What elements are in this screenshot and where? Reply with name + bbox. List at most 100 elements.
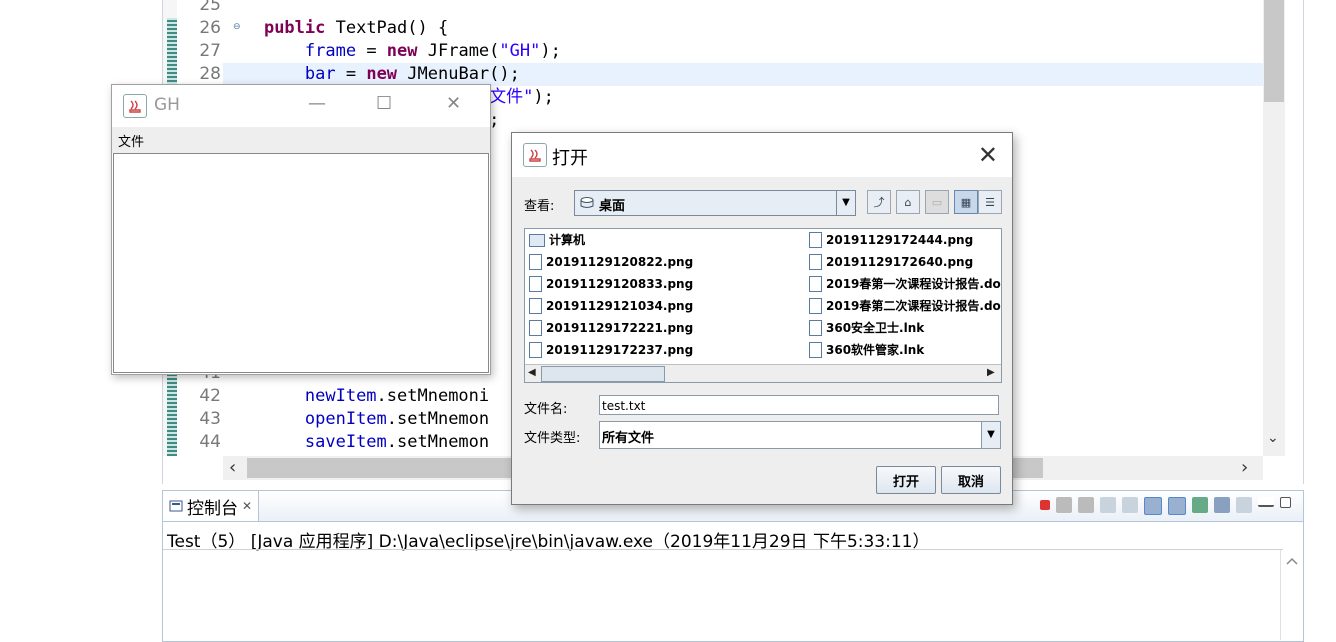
file-item[interactable]: 20191129172640.png: [809, 253, 973, 271]
remove-all-icon[interactable]: [1078, 497, 1094, 513]
file-icon: [529, 320, 542, 336]
gh-window[interactable]: GH — ☐ ✕ 文件: [111, 84, 491, 375]
close-icon[interactable]: ✕: [242, 499, 252, 513]
file-type-value: 所有文件: [602, 431, 655, 446]
file-list[interactable]: 计算机 20191129120822.png 20191129120833.png 2…: [524, 228, 1002, 383]
chevron-down-icon[interactable]: ▼: [981, 422, 1000, 448]
file-item[interactable]: 2019春第一次课程设计报告.do: [809, 275, 1001, 293]
remove-launch-icon[interactable]: [1056, 497, 1072, 513]
file-item[interactable]: 20191129120822.png: [529, 253, 693, 271]
file-item[interactable]: 20191129172444.png: [809, 231, 973, 249]
word-wrap-icon[interactable]: [1144, 497, 1162, 515]
close-button[interactable]: ✕: [978, 141, 998, 169]
file-icon: [809, 320, 822, 336]
code-line[interactable]: openItem.setMnemon: [223, 408, 489, 431]
java-icon: [123, 94, 147, 118]
file-name: 20191129120833.png: [546, 277, 694, 291]
code-line[interactable]: bar = new JMenuBar();: [223, 63, 520, 86]
file-icon: [809, 342, 822, 358]
scrollbar-thumb[interactable]: [1264, 0, 1284, 102]
file-icon: [529, 276, 542, 292]
new-folder-icon[interactable]: ▭: [925, 190, 949, 214]
show-console-stdout-icon[interactable]: [1168, 497, 1186, 515]
file-type-select[interactable]: 所有文件 ▼: [599, 421, 1001, 449]
file-icon: [809, 232, 822, 248]
file-item[interactable]: 20191129120833.png: [529, 275, 693, 293]
change-marker: [167, 18, 177, 90]
cancel-button[interactable]: 取消: [941, 466, 1001, 494]
text-area[interactable]: [113, 153, 489, 373]
chevron-up-icon[interactable]: [1282, 554, 1302, 570]
look-in-combo[interactable]: 桌面 ▼: [574, 190, 856, 216]
open-file-dialog[interactable]: 打开 ✕ 查看: 桌面 ▼ ⤴ ⌂ ▭ ▦ ☰ 计算机 2019112912082…: [511, 132, 1013, 505]
tab-console[interactable]: 控制台 ✕: [163, 491, 260, 521]
up-one-level-icon[interactable]: ⤴: [867, 190, 891, 214]
chevron-left-icon[interactable]: ◀: [528, 365, 536, 381]
code-line[interactable]: public TextPad() {: [223, 17, 448, 40]
clear-console-icon[interactable]: [1100, 497, 1116, 513]
console-divider: [163, 549, 1283, 550]
chevron-right-icon[interactable]: ▶: [987, 365, 995, 381]
file-item[interactable]: 360安全卫士.lnk: [809, 319, 924, 337]
chevron-left-icon[interactable]: ‹: [229, 457, 236, 478]
chevron-right-icon[interactable]: ›: [1241, 457, 1248, 478]
file-item[interactable]: 20191129172221.png: [529, 319, 693, 337]
file-icon: [809, 276, 822, 292]
gh-menu-bar: 文件: [112, 127, 490, 153]
display-console-icon[interactable]: [1214, 497, 1230, 513]
console-toolbar: [1040, 497, 1291, 515]
file-name: 20191129172237.png: [546, 343, 694, 357]
chevron-down-icon[interactable]: ⌄: [1267, 430, 1279, 446]
terminate-icon[interactable]: [1040, 500, 1050, 510]
pin-console-icon[interactable]: [1192, 497, 1208, 513]
code-line[interactable]: saveItem.setMnemon: [223, 431, 489, 454]
file-icon: [809, 298, 822, 314]
file-item[interactable]: 20191129172237.png: [529, 341, 693, 359]
maximize-button[interactable]: ☐: [376, 93, 392, 114]
editor-vertical-scrollbar[interactable]: ⌄: [1263, 0, 1285, 456]
file-name-input[interactable]: test.txt: [599, 395, 999, 415]
console-vertical-scrollbar[interactable]: [1280, 550, 1303, 640]
file-item[interactable]: 360软件管家.lnk: [809, 341, 924, 359]
list-view-icon[interactable]: ▦: [954, 190, 978, 214]
gh-window-title: GH: [154, 95, 180, 115]
code-line[interactable]: newItem.setMnemoni: [223, 385, 489, 408]
line-number: 27: [199, 41, 221, 61]
folder-item[interactable]: 计算机: [529, 231, 585, 249]
file-menu[interactable]: 文件: [118, 131, 144, 150]
file-item[interactable]: 20191129121034.png: [529, 297, 693, 315]
dialog-title: 打开: [552, 148, 588, 169]
line-number: 44: [199, 432, 221, 452]
details-view-icon[interactable]: ☰: [978, 190, 1002, 214]
minimize-icon[interactable]: [1258, 497, 1274, 507]
file-name: 2019春第一次课程设计报告.do: [826, 277, 1001, 291]
maximize-icon[interactable]: [1280, 497, 1291, 508]
minimize-button[interactable]: —: [308, 93, 326, 114]
dialog-title-bar[interactable]: 打开 ✕: [512, 133, 1012, 177]
folder-icon: [529, 233, 545, 247]
file-type-label: 文件类型:: [524, 431, 581, 446]
chevron-down-icon[interactable]: ▼: [836, 191, 855, 215]
gh-title-bar[interactable]: GH — ☐ ✕: [112, 85, 490, 127]
file-icon: [529, 342, 542, 358]
file-name: 20191129120822.png: [546, 255, 694, 269]
line-number: 42: [199, 386, 221, 406]
file-name: 360安全卫士.lnk: [826, 321, 925, 335]
open-console-icon[interactable]: [1236, 497, 1252, 513]
drive-icon: [580, 197, 594, 208]
look-in-value: 桌面: [599, 199, 626, 214]
code-line[interactable]: frame = new JFrame("GH");: [223, 40, 561, 63]
line-number: 43: [199, 409, 221, 429]
file-list-horizontal-scrollbar[interactable]: ◀ ▶: [525, 364, 1001, 382]
open-button[interactable]: 打开: [876, 466, 936, 494]
scroll-lock-icon[interactable]: [1122, 497, 1138, 513]
file-icon: [529, 254, 542, 270]
file-item[interactable]: 2019春第二次课程设计报告.do: [809, 297, 1001, 315]
file-name-label: 文件名:: [524, 402, 568, 417]
home-icon[interactable]: ⌂: [896, 190, 920, 214]
line-number: 28: [199, 64, 221, 84]
scrollbar-thumb[interactable]: [541, 366, 665, 382]
file-name: 计算机: [549, 233, 586, 247]
close-button[interactable]: ✕: [446, 93, 461, 114]
file-icon: [809, 254, 822, 270]
